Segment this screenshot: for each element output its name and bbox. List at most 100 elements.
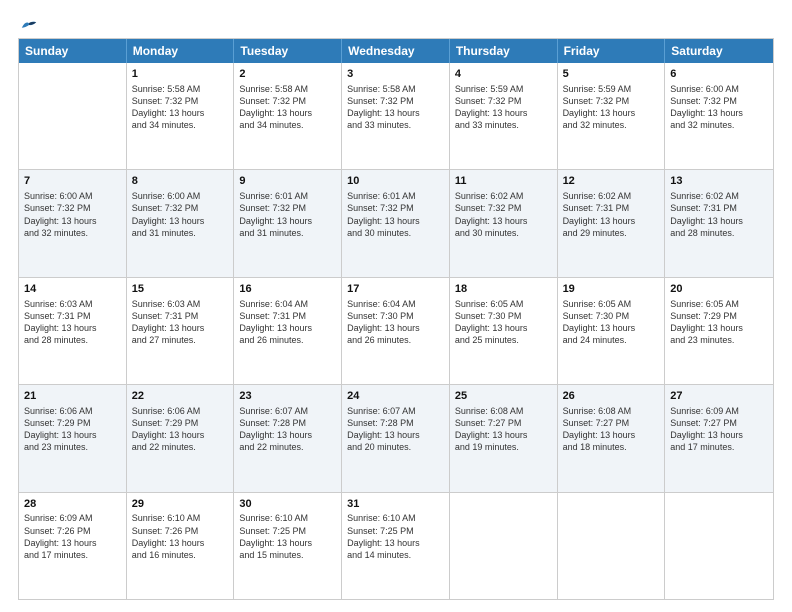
calendar-cell: 16Sunrise: 6:04 AM Sunset: 7:31 PM Dayli…: [234, 278, 342, 384]
day-number: 1: [132, 67, 229, 82]
day-number: 18: [455, 282, 552, 297]
day-number: 17: [347, 282, 444, 297]
cell-info: Sunrise: 6:06 AM Sunset: 7:29 PM Dayligh…: [24, 405, 121, 454]
calendar-header-cell: Friday: [558, 39, 666, 63]
calendar-row: 1Sunrise: 5:58 AM Sunset: 7:32 PM Daylig…: [19, 63, 773, 170]
calendar-cell: 25Sunrise: 6:08 AM Sunset: 7:27 PM Dayli…: [450, 385, 558, 491]
cell-info: Sunrise: 5:58 AM Sunset: 7:32 PM Dayligh…: [239, 83, 336, 132]
cell-info: Sunrise: 6:04 AM Sunset: 7:31 PM Dayligh…: [239, 298, 336, 347]
calendar-cell: [558, 493, 666, 599]
day-number: 7: [24, 174, 121, 189]
cell-info: Sunrise: 6:09 AM Sunset: 7:26 PM Dayligh…: [24, 512, 121, 561]
logo: [18, 18, 38, 28]
calendar-cell: 19Sunrise: 6:05 AM Sunset: 7:30 PM Dayli…: [558, 278, 666, 384]
day-number: 4: [455, 67, 552, 82]
day-number: 11: [455, 174, 552, 189]
calendar-cell: 11Sunrise: 6:02 AM Sunset: 7:32 PM Dayli…: [450, 170, 558, 276]
cell-info: Sunrise: 6:02 AM Sunset: 7:32 PM Dayligh…: [455, 190, 552, 239]
day-number: 29: [132, 497, 229, 512]
calendar-row: 21Sunrise: 6:06 AM Sunset: 7:29 PM Dayli…: [19, 385, 773, 492]
calendar-cell: 14Sunrise: 6:03 AM Sunset: 7:31 PM Dayli…: [19, 278, 127, 384]
calendar-cell: 8Sunrise: 6:00 AM Sunset: 7:32 PM Daylig…: [127, 170, 235, 276]
calendar-cell: 20Sunrise: 6:05 AM Sunset: 7:29 PM Dayli…: [665, 278, 773, 384]
day-number: 8: [132, 174, 229, 189]
cell-info: Sunrise: 6:07 AM Sunset: 7:28 PM Dayligh…: [239, 405, 336, 454]
cell-info: Sunrise: 6:03 AM Sunset: 7:31 PM Dayligh…: [132, 298, 229, 347]
calendar-cell: 6Sunrise: 6:00 AM Sunset: 7:32 PM Daylig…: [665, 63, 773, 169]
day-number: 3: [347, 67, 444, 82]
day-number: 12: [563, 174, 660, 189]
calendar-cell: [665, 493, 773, 599]
cell-info: Sunrise: 6:01 AM Sunset: 7:32 PM Dayligh…: [239, 190, 336, 239]
page: SundayMondayTuesdayWednesdayThursdayFrid…: [0, 0, 792, 612]
cell-info: Sunrise: 6:08 AM Sunset: 7:27 PM Dayligh…: [455, 405, 552, 454]
calendar-cell: 27Sunrise: 6:09 AM Sunset: 7:27 PM Dayli…: [665, 385, 773, 491]
calendar-cell: [19, 63, 127, 169]
day-number: 2: [239, 67, 336, 82]
cell-info: Sunrise: 6:01 AM Sunset: 7:32 PM Dayligh…: [347, 190, 444, 239]
calendar-header-cell: Monday: [127, 39, 235, 63]
day-number: 9: [239, 174, 336, 189]
day-number: 6: [670, 67, 768, 82]
calendar-cell: 22Sunrise: 6:06 AM Sunset: 7:29 PM Dayli…: [127, 385, 235, 491]
cell-info: Sunrise: 6:00 AM Sunset: 7:32 PM Dayligh…: [132, 190, 229, 239]
calendar-cell: 9Sunrise: 6:01 AM Sunset: 7:32 PM Daylig…: [234, 170, 342, 276]
cell-info: Sunrise: 6:05 AM Sunset: 7:30 PM Dayligh…: [455, 298, 552, 347]
header: [18, 18, 774, 28]
day-number: 24: [347, 389, 444, 404]
cell-info: Sunrise: 6:03 AM Sunset: 7:31 PM Dayligh…: [24, 298, 121, 347]
cell-info: Sunrise: 5:59 AM Sunset: 7:32 PM Dayligh…: [563, 83, 660, 132]
calendar-row: 28Sunrise: 6:09 AM Sunset: 7:26 PM Dayli…: [19, 493, 773, 599]
calendar-header-cell: Sunday: [19, 39, 127, 63]
cell-info: Sunrise: 6:05 AM Sunset: 7:30 PM Dayligh…: [563, 298, 660, 347]
cell-info: Sunrise: 5:58 AM Sunset: 7:32 PM Dayligh…: [347, 83, 444, 132]
calendar-cell: 29Sunrise: 6:10 AM Sunset: 7:26 PM Dayli…: [127, 493, 235, 599]
calendar-cell: 17Sunrise: 6:04 AM Sunset: 7:30 PM Dayli…: [342, 278, 450, 384]
calendar-cell: 4Sunrise: 5:59 AM Sunset: 7:32 PM Daylig…: [450, 63, 558, 169]
calendar-cell: 1Sunrise: 5:58 AM Sunset: 7:32 PM Daylig…: [127, 63, 235, 169]
cell-info: Sunrise: 6:10 AM Sunset: 7:26 PM Dayligh…: [132, 512, 229, 561]
calendar-cell: 24Sunrise: 6:07 AM Sunset: 7:28 PM Dayli…: [342, 385, 450, 491]
day-number: 27: [670, 389, 768, 404]
cell-info: Sunrise: 6:04 AM Sunset: 7:30 PM Dayligh…: [347, 298, 444, 347]
logo-bird-icon: [20, 18, 38, 32]
day-number: 25: [455, 389, 552, 404]
cell-info: Sunrise: 6:08 AM Sunset: 7:27 PM Dayligh…: [563, 405, 660, 454]
calendar-header: SundayMondayTuesdayWednesdayThursdayFrid…: [19, 39, 773, 63]
calendar-cell: 7Sunrise: 6:00 AM Sunset: 7:32 PM Daylig…: [19, 170, 127, 276]
calendar-row: 14Sunrise: 6:03 AM Sunset: 7:31 PM Dayli…: [19, 278, 773, 385]
cell-info: Sunrise: 6:07 AM Sunset: 7:28 PM Dayligh…: [347, 405, 444, 454]
day-number: 26: [563, 389, 660, 404]
cell-info: Sunrise: 6:10 AM Sunset: 7:25 PM Dayligh…: [239, 512, 336, 561]
cell-info: Sunrise: 6:02 AM Sunset: 7:31 PM Dayligh…: [670, 190, 768, 239]
calendar-cell: 23Sunrise: 6:07 AM Sunset: 7:28 PM Dayli…: [234, 385, 342, 491]
calendar: SundayMondayTuesdayWednesdayThursdayFrid…: [18, 38, 774, 600]
day-number: 20: [670, 282, 768, 297]
cell-info: Sunrise: 6:02 AM Sunset: 7:31 PM Dayligh…: [563, 190, 660, 239]
calendar-cell: 31Sunrise: 6:10 AM Sunset: 7:25 PM Dayli…: [342, 493, 450, 599]
day-number: 30: [239, 497, 336, 512]
day-number: 5: [563, 67, 660, 82]
cell-info: Sunrise: 6:05 AM Sunset: 7:29 PM Dayligh…: [670, 298, 768, 347]
cell-info: Sunrise: 6:06 AM Sunset: 7:29 PM Dayligh…: [132, 405, 229, 454]
cell-info: Sunrise: 5:59 AM Sunset: 7:32 PM Dayligh…: [455, 83, 552, 132]
calendar-cell: 2Sunrise: 5:58 AM Sunset: 7:32 PM Daylig…: [234, 63, 342, 169]
calendar-cell: 5Sunrise: 5:59 AM Sunset: 7:32 PM Daylig…: [558, 63, 666, 169]
day-number: 22: [132, 389, 229, 404]
calendar-header-cell: Saturday: [665, 39, 773, 63]
calendar-cell: 18Sunrise: 6:05 AM Sunset: 7:30 PM Dayli…: [450, 278, 558, 384]
cell-info: Sunrise: 6:00 AM Sunset: 7:32 PM Dayligh…: [670, 83, 768, 132]
calendar-cell: 10Sunrise: 6:01 AM Sunset: 7:32 PM Dayli…: [342, 170, 450, 276]
calendar-header-cell: Wednesday: [342, 39, 450, 63]
calendar-cell: 13Sunrise: 6:02 AM Sunset: 7:31 PM Dayli…: [665, 170, 773, 276]
cell-info: Sunrise: 6:09 AM Sunset: 7:27 PM Dayligh…: [670, 405, 768, 454]
calendar-header-cell: Tuesday: [234, 39, 342, 63]
day-number: 19: [563, 282, 660, 297]
day-number: 23: [239, 389, 336, 404]
calendar-cell: 26Sunrise: 6:08 AM Sunset: 7:27 PM Dayli…: [558, 385, 666, 491]
cell-info: Sunrise: 6:00 AM Sunset: 7:32 PM Dayligh…: [24, 190, 121, 239]
calendar-cell: [450, 493, 558, 599]
cell-info: Sunrise: 5:58 AM Sunset: 7:32 PM Dayligh…: [132, 83, 229, 132]
calendar-cell: 3Sunrise: 5:58 AM Sunset: 7:32 PM Daylig…: [342, 63, 450, 169]
calendar-cell: 30Sunrise: 6:10 AM Sunset: 7:25 PM Dayli…: [234, 493, 342, 599]
